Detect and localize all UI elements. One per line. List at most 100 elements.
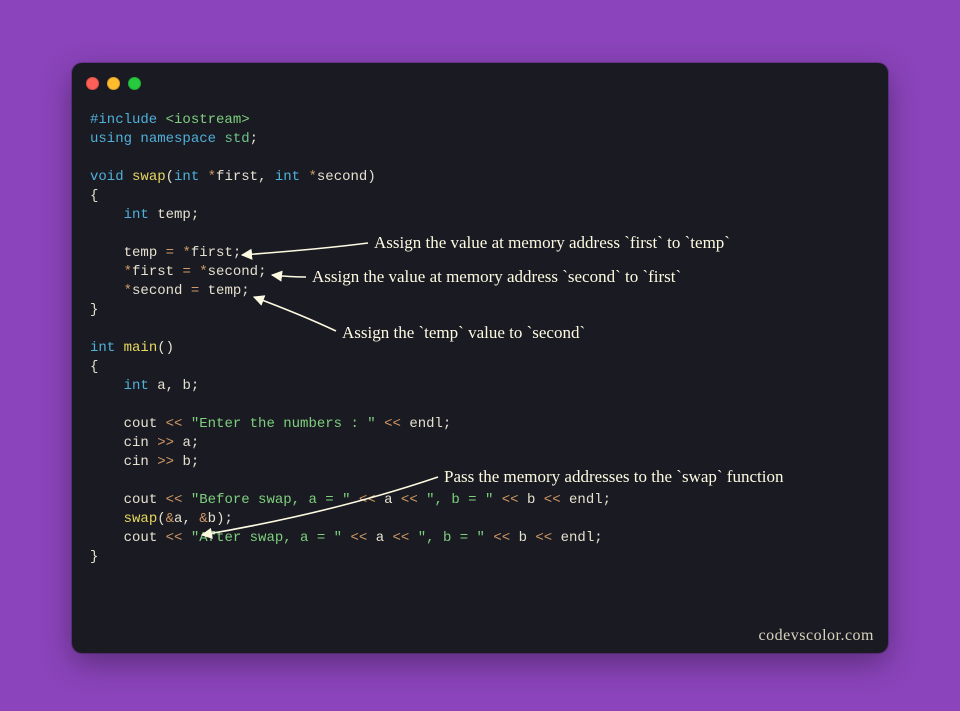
id-a: a (376, 530, 393, 546)
watermark: codevscolor.com (759, 627, 874, 645)
id-b: b (519, 530, 536, 546)
semi: ; (224, 511, 232, 527)
op-amp: & (199, 511, 207, 527)
annotation-4: Pass the memory addresses to the `swap` … (444, 467, 783, 487)
semi: ; (258, 264, 266, 280)
id-second: second (317, 169, 367, 185)
op-eq: = (166, 245, 183, 261)
kw-int: int (124, 207, 158, 223)
kw-int: int (90, 340, 124, 356)
rpar: ) (367, 169, 375, 185)
id-first: first (132, 264, 182, 280)
id-endl: endl (409, 416, 443, 432)
id-b: b (182, 378, 190, 394)
kw-void: void (90, 169, 132, 185)
window-controls (86, 77, 141, 90)
star: * (208, 169, 216, 185)
code-window: #include <iostream> using namespace std;… (72, 63, 888, 653)
indent (90, 416, 124, 432)
id-first: first (216, 169, 258, 185)
op-ltlt: << (535, 530, 560, 546)
indent (90, 435, 124, 451)
str: "After swap, a = " (191, 530, 342, 546)
op-eq: = (191, 283, 208, 299)
id-endl: endl (569, 492, 603, 508)
lpar: ( (157, 340, 165, 356)
id-b: b (208, 511, 216, 527)
rpar: ) (166, 340, 174, 356)
str: "Enter the numbers : " (191, 416, 376, 432)
semi: ; (191, 207, 199, 223)
id-b: b (182, 454, 190, 470)
op-amp: & (166, 511, 174, 527)
sp (376, 416, 384, 432)
indent (90, 511, 124, 527)
indent (90, 245, 124, 261)
semi: ; (250, 131, 258, 147)
brace: { (90, 188, 98, 204)
id-b: b (527, 492, 544, 508)
semi: ; (241, 283, 249, 299)
id-cout: cout (124, 530, 166, 546)
id-a: a (384, 492, 401, 508)
comma: , (258, 169, 275, 185)
annotation-2: Assign the value at memory address `seco… (312, 267, 681, 287)
indent (90, 264, 124, 280)
semi: ; (443, 416, 451, 432)
op-ltlt: << (393, 530, 418, 546)
kw-namespace: namespace (140, 131, 224, 147)
op-ltlt: << (493, 530, 518, 546)
id-temp: temp (157, 207, 191, 223)
op-ltlt: << (401, 492, 426, 508)
comma: , (182, 511, 199, 527)
brace: { (90, 359, 98, 375)
indent (90, 492, 124, 508)
id-a: a (157, 378, 165, 394)
sp (350, 492, 358, 508)
comma: , (166, 378, 183, 394)
indent (90, 378, 124, 394)
str: ", b = " (426, 492, 493, 508)
op-ltlt: << (166, 530, 191, 546)
op-ltlt: << (544, 492, 569, 508)
id-std: std (224, 131, 249, 147)
id-cin: cin (124, 454, 158, 470)
semi: ; (233, 245, 241, 261)
annotation-1: Assign the value at memory address `firs… (374, 233, 730, 253)
op-gtgt: >> (157, 454, 182, 470)
star: * (199, 264, 207, 280)
semi: ; (191, 378, 199, 394)
lpar: ( (166, 169, 174, 185)
id-temp: temp (124, 245, 166, 261)
kw-include: #include (90, 112, 166, 128)
op-ltlt: << (166, 492, 191, 508)
indent (90, 283, 124, 299)
star: * (308, 169, 316, 185)
kw-int: int (124, 378, 158, 394)
id-cout: cout (124, 416, 166, 432)
annotation-3: Assign the `temp` value to `second` (342, 323, 585, 343)
sp (493, 492, 501, 508)
close-icon (86, 77, 99, 90)
star: * (182, 245, 190, 261)
op-gtgt: >> (157, 435, 182, 451)
star: * (124, 283, 132, 299)
star: * (124, 264, 132, 280)
id-endl: endl (561, 530, 595, 546)
fn-swap-call: swap (124, 511, 158, 527)
id-first: first (191, 245, 233, 261)
id-temp: temp (208, 283, 242, 299)
header-iostream: <iostream> (166, 112, 250, 128)
id-cin: cin (124, 435, 158, 451)
op-ltlt: << (502, 492, 527, 508)
semi: ; (603, 492, 611, 508)
op-ltlt: << (166, 416, 191, 432)
id-cout: cout (124, 492, 166, 508)
semi: ; (191, 435, 199, 451)
kw-int: int (275, 169, 309, 185)
lpar: ( (157, 511, 165, 527)
indent (90, 454, 124, 470)
fn-swap: swap (132, 169, 166, 185)
str: ", b = " (418, 530, 485, 546)
op-ltlt: << (384, 416, 409, 432)
